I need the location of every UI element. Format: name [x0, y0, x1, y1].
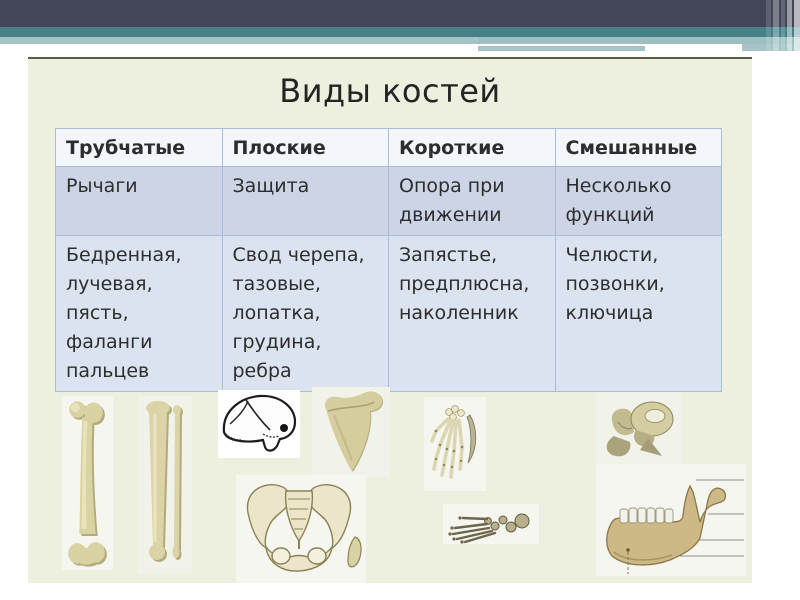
- table-cell: Челюсти, позвонки, ключица: [554, 235, 722, 392]
- banner-sage-bar-left: [0, 37, 478, 44]
- pelvis-image: [236, 475, 366, 583]
- banner-teal-bar: [0, 27, 800, 37]
- cranium-image: [218, 390, 300, 458]
- banner-accent-stripe: [773, 0, 779, 53]
- table-cell: Запястье, предплюсна, наколенник: [388, 235, 556, 392]
- table-cell: Несколько функций: [554, 166, 722, 236]
- table-cell: Бедренная, лучевая, пясть, фаланги пальц…: [55, 235, 223, 392]
- table-header-row: Трубчатые Плоские Короткие Смешанные: [55, 128, 722, 167]
- banner-accent-stripe: [766, 0, 771, 53]
- foot-bones-image: [443, 504, 539, 544]
- table-header-flat: Плоские: [221, 128, 389, 167]
- femur-image: [62, 396, 113, 570]
- slide-title: Виды костей: [279, 72, 501, 110]
- mandible-image: [596, 464, 746, 576]
- vertebrae-image: [596, 392, 682, 464]
- table-cell: Опора при движении: [388, 166, 556, 236]
- table-cell: Защита: [221, 166, 389, 236]
- hand-bones-image: [424, 397, 486, 491]
- scapula-image: [312, 387, 390, 477]
- table-header-short: Короткие: [388, 128, 556, 167]
- banner-accent-stripe: [781, 0, 785, 53]
- banner-accent-stripe: [794, 0, 800, 53]
- banner-sage-bar-right-upper: [478, 37, 800, 44]
- table-row-functions: Рычаги Защита Опора при движении Несколь…: [55, 166, 722, 236]
- slide-canvas: Виды костей Трубчатые Плоские Короткие С…: [28, 57, 752, 583]
- table-header-tubular: Трубчатые: [55, 128, 223, 167]
- table-row-examples: Бедренная, лучевая, пясть, фаланги пальц…: [55, 235, 722, 392]
- table-cell: Рычаги: [55, 166, 223, 236]
- banner-sage-bar-right-lower: [478, 46, 645, 51]
- banner-accent-stripe: [787, 0, 792, 53]
- table-header-mixed: Смешанные: [554, 128, 722, 167]
- table-cell: Свод черепа, тазовые, лопатка, грудина, …: [221, 235, 389, 392]
- bone-types-table: Трубчатые Плоские Короткие Смешанные Рыч…: [55, 128, 722, 392]
- tibia-fibula-image: [138, 396, 192, 574]
- banner-navy-bar: [0, 0, 800, 27]
